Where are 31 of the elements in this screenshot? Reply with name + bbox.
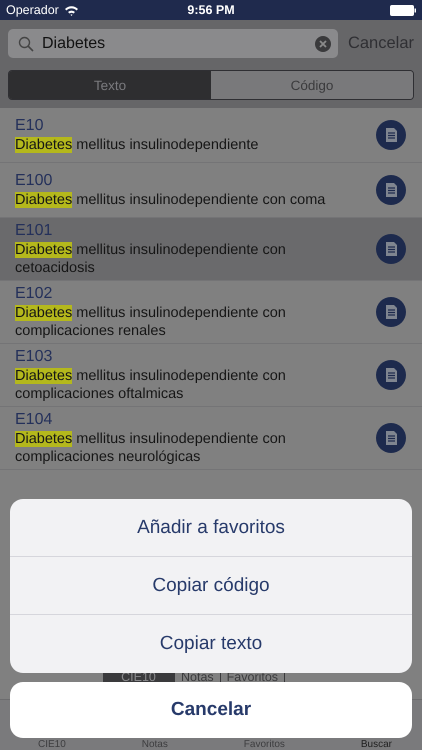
action-button[interactable]: Copiar código <box>10 557 412 615</box>
description-text: Diabetes mellitus insulinodependiente con complicaciones oftalmicas <box>15 367 287 403</box>
document-icon[interactable] <box>376 297 406 327</box>
code-label: E102 <box>15 284 54 304</box>
code-label: E101 <box>15 221 54 241</box>
tab-item[interactable]: Buscar <box>360 739 392 750</box>
search-icon <box>18 36 34 52</box>
document-icon[interactable] <box>376 234 406 264</box>
wifi-icon <box>64 4 79 16</box>
result-row[interactable]: E101 Diabetes mellitus insulinodependiente con cetoacidosis <box>0 218 422 281</box>
document-icon[interactable] <box>376 175 406 205</box>
description-text: Diabetes mellitus insulinodependiente con coma <box>15 191 326 209</box>
search-field[interactable]: Diabetes <box>8 29 338 58</box>
code-label: E104 <box>15 410 54 430</box>
battery-icon <box>390 4 416 16</box>
description-text: Diabetes mellitus insulinodependiente <box>15 136 260 154</box>
action-button[interactable]: Añadir a favoritos <box>10 499 412 557</box>
description-text: Diabetes mellitus insulinodependiente con cetoacidosis <box>15 241 287 277</box>
code-label: E103 <box>15 347 54 367</box>
document-icon[interactable] <box>376 120 406 150</box>
description-text: Diabetes mellitus insulinodependiente con complicaciones renales <box>15 304 287 340</box>
segment-tab[interactable]: Texto <box>9 71 211 99</box>
cancel-button[interactable]: Cancelar <box>10 682 412 738</box>
clock-time: 9:56 PM <box>187 3 235 17</box>
document-icon[interactable] <box>376 423 406 453</box>
clear-icon[interactable] <box>314 34 332 52</box>
description-text: Diabetes mellitus insulinodependiente con complicaciones neurológicas <box>15 430 287 466</box>
document-icon[interactable] <box>376 360 406 390</box>
code-label: E100 <box>15 171 54 191</box>
code-label: E10 <box>15 116 44 136</box>
carrier-name: Operador <box>6 3 59 17</box>
